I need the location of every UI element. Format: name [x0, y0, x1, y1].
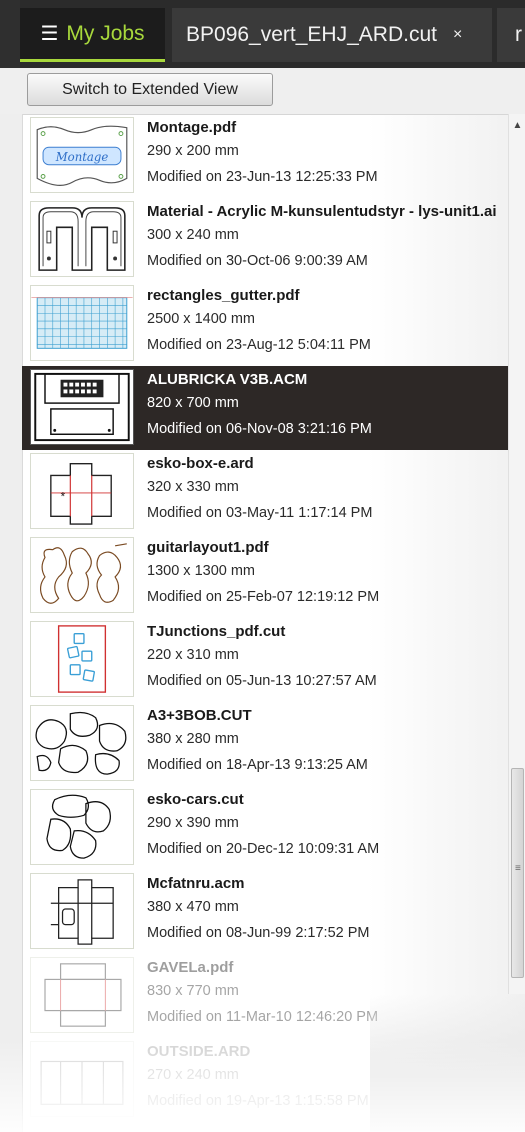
- job-name: Mcfatnru.acm: [147, 875, 245, 892]
- job-name: OUTSIDE.ARD: [147, 1043, 251, 1060]
- job-thumbnail: [30, 789, 134, 865]
- job-modified: Modified on 05-Jun-13 10:27:57 AM: [147, 673, 377, 689]
- tab-file[interactable]: BP096_vert_EHJ_ARD.cut ×: [172, 8, 492, 62]
- job-size: 380 x 470 mm: [147, 899, 239, 915]
- menu-icon: ☰: [40, 23, 59, 45]
- job-size: 2500 x 1400 mm: [147, 311, 256, 327]
- job-name: TJunctions_pdf.cut: [147, 623, 286, 640]
- toolbar: Switch to Extended View: [0, 68, 525, 115]
- job-size: 290 x 200 mm: [147, 143, 239, 159]
- job-name: ALUBRICKA V3B.ACM: [147, 371, 308, 388]
- tab-overflow-label: r: [515, 23, 522, 46]
- job-thumbnail: [30, 957, 134, 1033]
- job-item-selected[interactable]: ALUBRICKA V3B.ACM 820 x 700 mm Modified …: [22, 366, 508, 450]
- job-size: 820 x 700 mm: [147, 395, 239, 411]
- job-name: Montage.pdf: [147, 119, 237, 136]
- tab-my-jobs-label: My Jobs: [66, 21, 145, 45]
- switch-to-extended-view-button[interactable]: Switch to Extended View: [27, 73, 273, 106]
- job-size: 380 x 280 mm: [147, 731, 239, 747]
- job-modified: Modified on 20-Dec-12 10:09:31 AM: [147, 841, 380, 857]
- job-size: 270 x 240 mm: [147, 1067, 239, 1083]
- tab-file-label: BP096_vert_EHJ_ARD.cut: [186, 23, 437, 46]
- job-thumbnail: [30, 201, 134, 277]
- scroll-up-arrow-icon[interactable]: ▲: [509, 120, 525, 132]
- job-thumbnail: [30, 537, 134, 613]
- job-modified: Modified on 08-Jun-99 2:17:52 PM: [147, 925, 370, 941]
- job-name: Material - Acrylic M-kunsulentudstyr - l…: [147, 203, 497, 220]
- job-modified: Modified on 25-Feb-07 12:19:12 PM: [147, 589, 380, 605]
- job-thumbnail: [30, 873, 134, 949]
- left-rail: [0, 114, 23, 1132]
- vertical-scrollbar[interactable]: ▲ ≡: [508, 114, 525, 994]
- job-modified: Modified on 06-Nov-08 3:21:16 PM: [147, 421, 372, 437]
- scroll-thumb[interactable]: ≡: [511, 768, 524, 978]
- job-thumbnail: [30, 285, 134, 361]
- my-jobs-panel: ☰ My Jobs BP096_vert_EHJ_ARD.cut × r Swi…: [0, 0, 525, 1132]
- job-modified: Modified on 18-Apr-13 9:13:25 AM: [147, 757, 368, 773]
- job-name: guitarlayout1.pdf: [147, 539, 269, 556]
- job-name: esko-box-e.ard: [147, 455, 254, 472]
- job-modified: Modified on 19-Apr-13 1:15:58 PM: [147, 1093, 369, 1109]
- job-size: 220 x 310 mm: [147, 647, 239, 663]
- svg-text:*: *: [61, 491, 66, 504]
- job-item[interactable]: guitarlayout1.pdf 1300 x 1300 mm Modifie…: [22, 534, 508, 618]
- close-icon[interactable]: ×: [453, 26, 462, 44]
- grip-icon: ≡: [515, 863, 521, 874]
- job-item[interactable]: Montage Montage.pdf 290 x 200 mm Modifie…: [22, 114, 508, 198]
- job-item[interactable]: GAVELa.pdf 830 x 770 mm Modified on 11-M…: [22, 954, 508, 1038]
- job-modified: Modified on 23-Jun-13 12:25:33 PM: [147, 169, 378, 185]
- job-size: 300 x 240 mm: [147, 227, 239, 243]
- job-name: esko-cars.cut: [147, 791, 244, 808]
- job-item[interactable]: TJunctions_pdf.cut 220 x 310 mm Modified…: [22, 618, 508, 702]
- job-list: Montage Montage.pdf 290 x 200 mm Modifie…: [22, 114, 508, 1132]
- job-thumbnail: [30, 1041, 134, 1117]
- job-item[interactable]: Material - Acrylic M-kunsulentudstyr - l…: [22, 198, 508, 282]
- job-size: 320 x 330 mm: [147, 479, 239, 495]
- job-name: GAVELa.pdf: [147, 959, 234, 976]
- job-thumbnail: Montage: [30, 117, 134, 193]
- job-name: A3+3BOB.CUT: [147, 707, 252, 724]
- job-size: 1300 x 1300 mm: [147, 563, 256, 579]
- job-item[interactable]: * esko-box-e.ard 320 x 330 mm Modified o…: [22, 450, 508, 534]
- job-modified: Modified on 30-Oct-06 9:00:39 AM: [147, 253, 368, 269]
- job-size: 290 x 390 mm: [147, 815, 239, 831]
- job-item[interactable]: Mcfatnru.acm 380 x 470 mm Modified on 08…: [22, 870, 508, 954]
- tab-my-jobs[interactable]: ☰ My Jobs: [20, 8, 165, 62]
- tab-overflow[interactable]: r: [497, 8, 525, 62]
- job-size: 830 x 770 mm: [147, 983, 239, 999]
- job-item[interactable]: rectangles_gutter.pdf 2500 x 1400 mm Mod…: [22, 282, 508, 366]
- job-modified: Modified on 23-Aug-12 5:04:11 PM: [147, 337, 371, 353]
- job-thumbnail: *: [30, 453, 134, 529]
- job-name: rectangles_gutter.pdf: [147, 287, 300, 304]
- job-item[interactable]: A3+3BOB.CUT 380 x 280 mm Modified on 18-…: [22, 702, 508, 786]
- svg-text:Montage: Montage: [55, 150, 109, 164]
- job-thumbnail: [30, 705, 134, 781]
- job-item[interactable]: OUTSIDE.ARD 270 x 240 mm Modified on 19-…: [22, 1038, 508, 1122]
- job-thumbnail: [30, 369, 134, 445]
- tab-bar-edge: [0, 0, 20, 68]
- job-modified: Modified on 03-May-11 1:17:14 PM: [147, 505, 373, 521]
- job-thumbnail: [30, 621, 134, 697]
- job-modified: Modified on 11-Mar-10 12:46:20 PM: [147, 1009, 379, 1025]
- job-item[interactable]: esko-cars.cut 290 x 390 mm Modified on 2…: [22, 786, 508, 870]
- tab-bar: ☰ My Jobs BP096_vert_EHJ_ARD.cut × r: [0, 0, 525, 68]
